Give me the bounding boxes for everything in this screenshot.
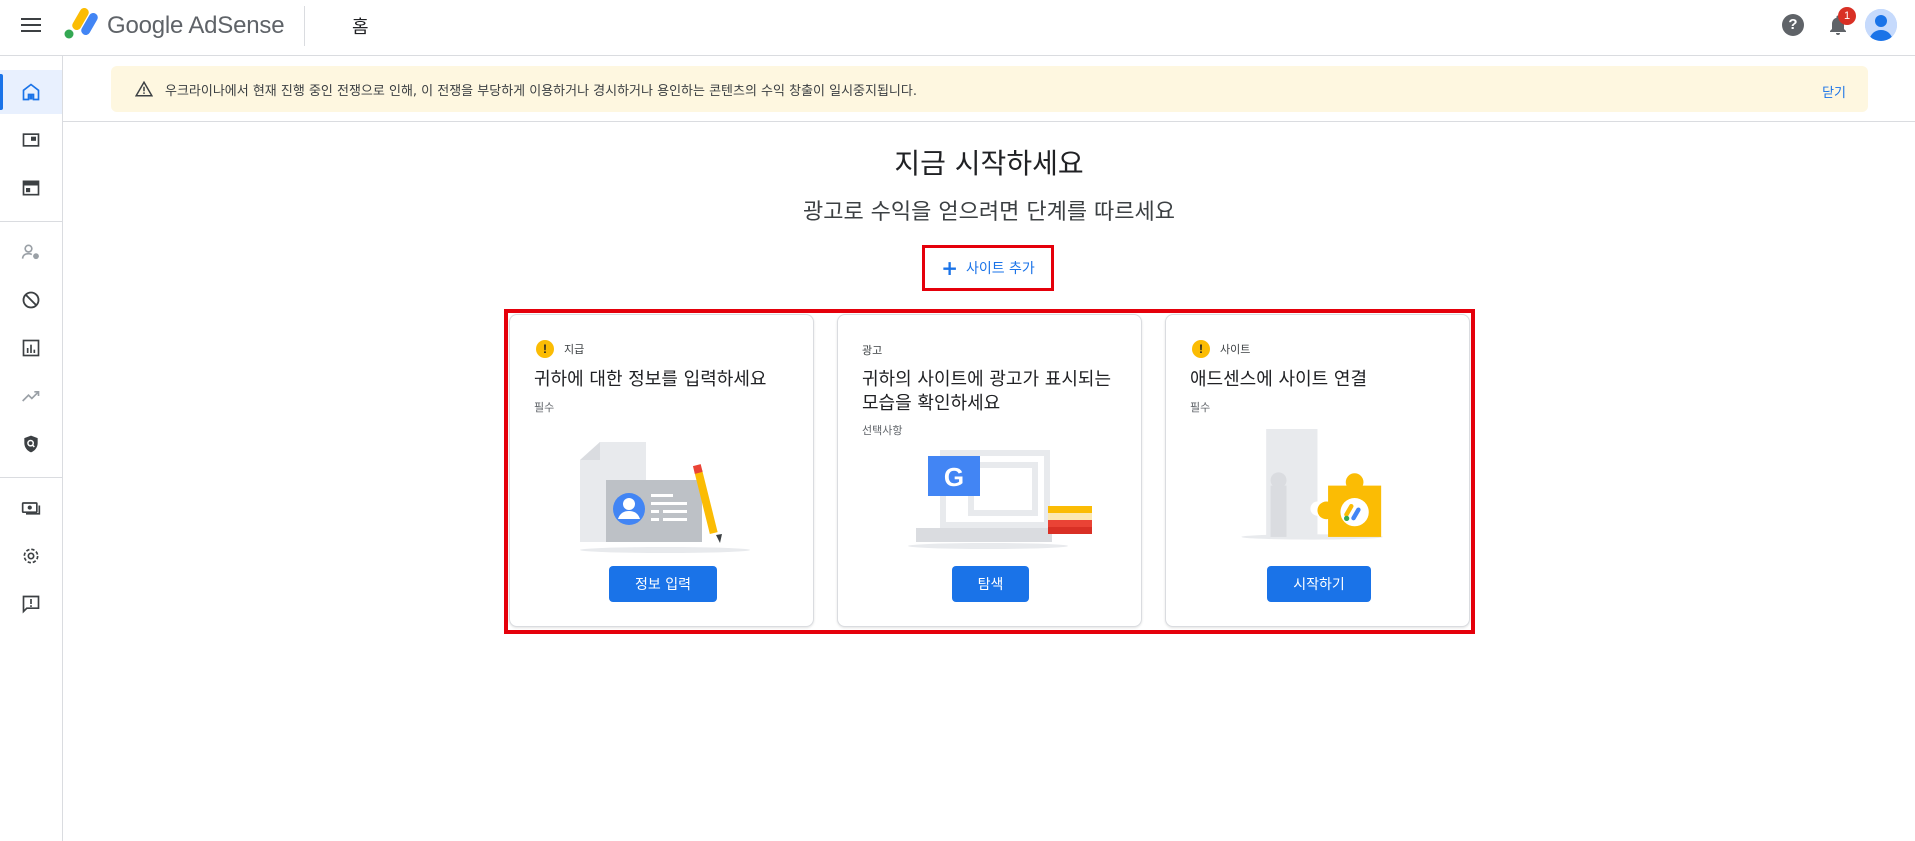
svg-text:G: G bbox=[944, 462, 964, 492]
ads-icon bbox=[22, 133, 40, 147]
optimization-icon bbox=[22, 391, 40, 402]
banner-text: 우크라이나에서 현재 진행 중인 전쟁으로 인해, 이 전쟁을 부당하게 이용하… bbox=[165, 84, 917, 99]
sidebar-item-home[interactable] bbox=[0, 70, 62, 114]
reports-icon bbox=[22, 339, 40, 357]
get-started-button[interactable]: 시작하기 bbox=[1267, 566, 1371, 602]
card-subtitle: 필수 bbox=[534, 401, 555, 414]
hero-title: 지금 시작하세요 bbox=[894, 147, 1084, 180]
enter-info-button[interactable]: 정보 입력 bbox=[609, 566, 717, 602]
sidebar-divider bbox=[0, 221, 62, 222]
sites-icon bbox=[22, 180, 40, 196]
ukraine-notice-banner: 우크라이나에서 현재 진행 중인 전쟁으로 인해, 이 전쟁을 부당하게 이용하… bbox=[111, 66, 1868, 112]
add-site-label: 사이트 추가 bbox=[965, 261, 1035, 277]
feedback-icon bbox=[22, 595, 40, 614]
page-title: 홈 bbox=[352, 17, 369, 38]
content-divider bbox=[63, 121, 1915, 122]
settings-icon bbox=[23, 548, 39, 564]
hero-subtitle: 광고로 수익을 얻으려면 단계를 따르세요 bbox=[802, 200, 1176, 225]
sidebar-item-settings[interactable] bbox=[0, 534, 62, 578]
sidebar-item-sites[interactable] bbox=[0, 166, 62, 210]
card-subtitle: 선택사항 bbox=[862, 424, 903, 437]
id-card-illustration bbox=[580, 442, 750, 553]
blocking-controls-icon bbox=[22, 291, 40, 309]
card-connect-site: ! 사이트 애드센스에 사이트 연결 필수 시작하기 bbox=[1165, 314, 1470, 627]
topbar-divider bbox=[304, 6, 305, 46]
menu-icon[interactable] bbox=[18, 14, 44, 40]
top-app-bar: Google AdSense 홈 ? 1 bbox=[0, 0, 1915, 56]
payments-icon bbox=[21, 502, 41, 515]
help-icon[interactable]: ? bbox=[1782, 14, 1804, 36]
card-ads-preview: 광고 귀하의 사이트에 광고가 표시되는 모습을 확인하세요 선택사항 G 탐색 bbox=[837, 314, 1142, 627]
sidebar-item-optimization[interactable] bbox=[0, 374, 62, 418]
warning-badge-icon: ! bbox=[536, 340, 554, 358]
card-chip: 지급 bbox=[564, 343, 585, 356]
sidebar-nav bbox=[0, 56, 63, 841]
browser-ad-illustration: G bbox=[908, 450, 1092, 549]
sidebar-item-ads[interactable] bbox=[0, 118, 62, 162]
adsense-logo bbox=[64, 8, 98, 39]
sidebar-item-feedback[interactable] bbox=[0, 582, 62, 626]
notification-badge: 1 bbox=[1838, 7, 1856, 25]
explore-button[interactable]: 탐색 bbox=[952, 566, 1029, 602]
sidebar-item-policy-center[interactable] bbox=[0, 422, 62, 466]
add-site-button[interactable]: + 사이트 추가 bbox=[922, 245, 1054, 291]
card-title: 애드센스에 사이트 연결 bbox=[1190, 369, 1368, 390]
warning-icon bbox=[135, 80, 153, 97]
sidebar-divider bbox=[0, 477, 62, 478]
sidebar-item-reports[interactable] bbox=[0, 326, 62, 370]
card-subtitle: 필수 bbox=[1190, 401, 1211, 414]
card-title: 귀하의 사이트에 광고가 표시되는 모습을 확인하세요 bbox=[862, 369, 1112, 414]
home-icon bbox=[22, 83, 40, 101]
plus-icon: + bbox=[941, 256, 958, 280]
card-chip-row: 광고 bbox=[862, 342, 882, 358]
policy-center-icon bbox=[24, 435, 38, 453]
sidebar-item-blocking-controls[interactable] bbox=[0, 278, 62, 322]
privacy-messaging-icon bbox=[21, 244, 39, 260]
warning-badge-icon: ! bbox=[1192, 340, 1210, 358]
sidebar-item-payments[interactable] bbox=[0, 486, 62, 530]
card-chip-row: ! 사이트 bbox=[1192, 340, 1250, 358]
sidebar-item-privacy-messaging[interactable] bbox=[0, 230, 62, 274]
card-chip-row: ! 지급 bbox=[536, 340, 584, 358]
card-chip: 광고 bbox=[862, 344, 883, 357]
card-chip: 사이트 bbox=[1220, 343, 1251, 356]
account-avatar[interactable] bbox=[1865, 9, 1897, 41]
brand-name: Google AdSense bbox=[107, 12, 285, 39]
card-payment-info: ! 지급 귀하에 대한 정보를 입력하세요 필수 정보 입력 bbox=[509, 314, 814, 627]
puzzle-illustration bbox=[1241, 429, 1383, 540]
card-title: 귀하에 대한 정보를 입력하세요 bbox=[534, 369, 767, 390]
banner-close-link[interactable]: 닫기 bbox=[1822, 82, 1846, 101]
